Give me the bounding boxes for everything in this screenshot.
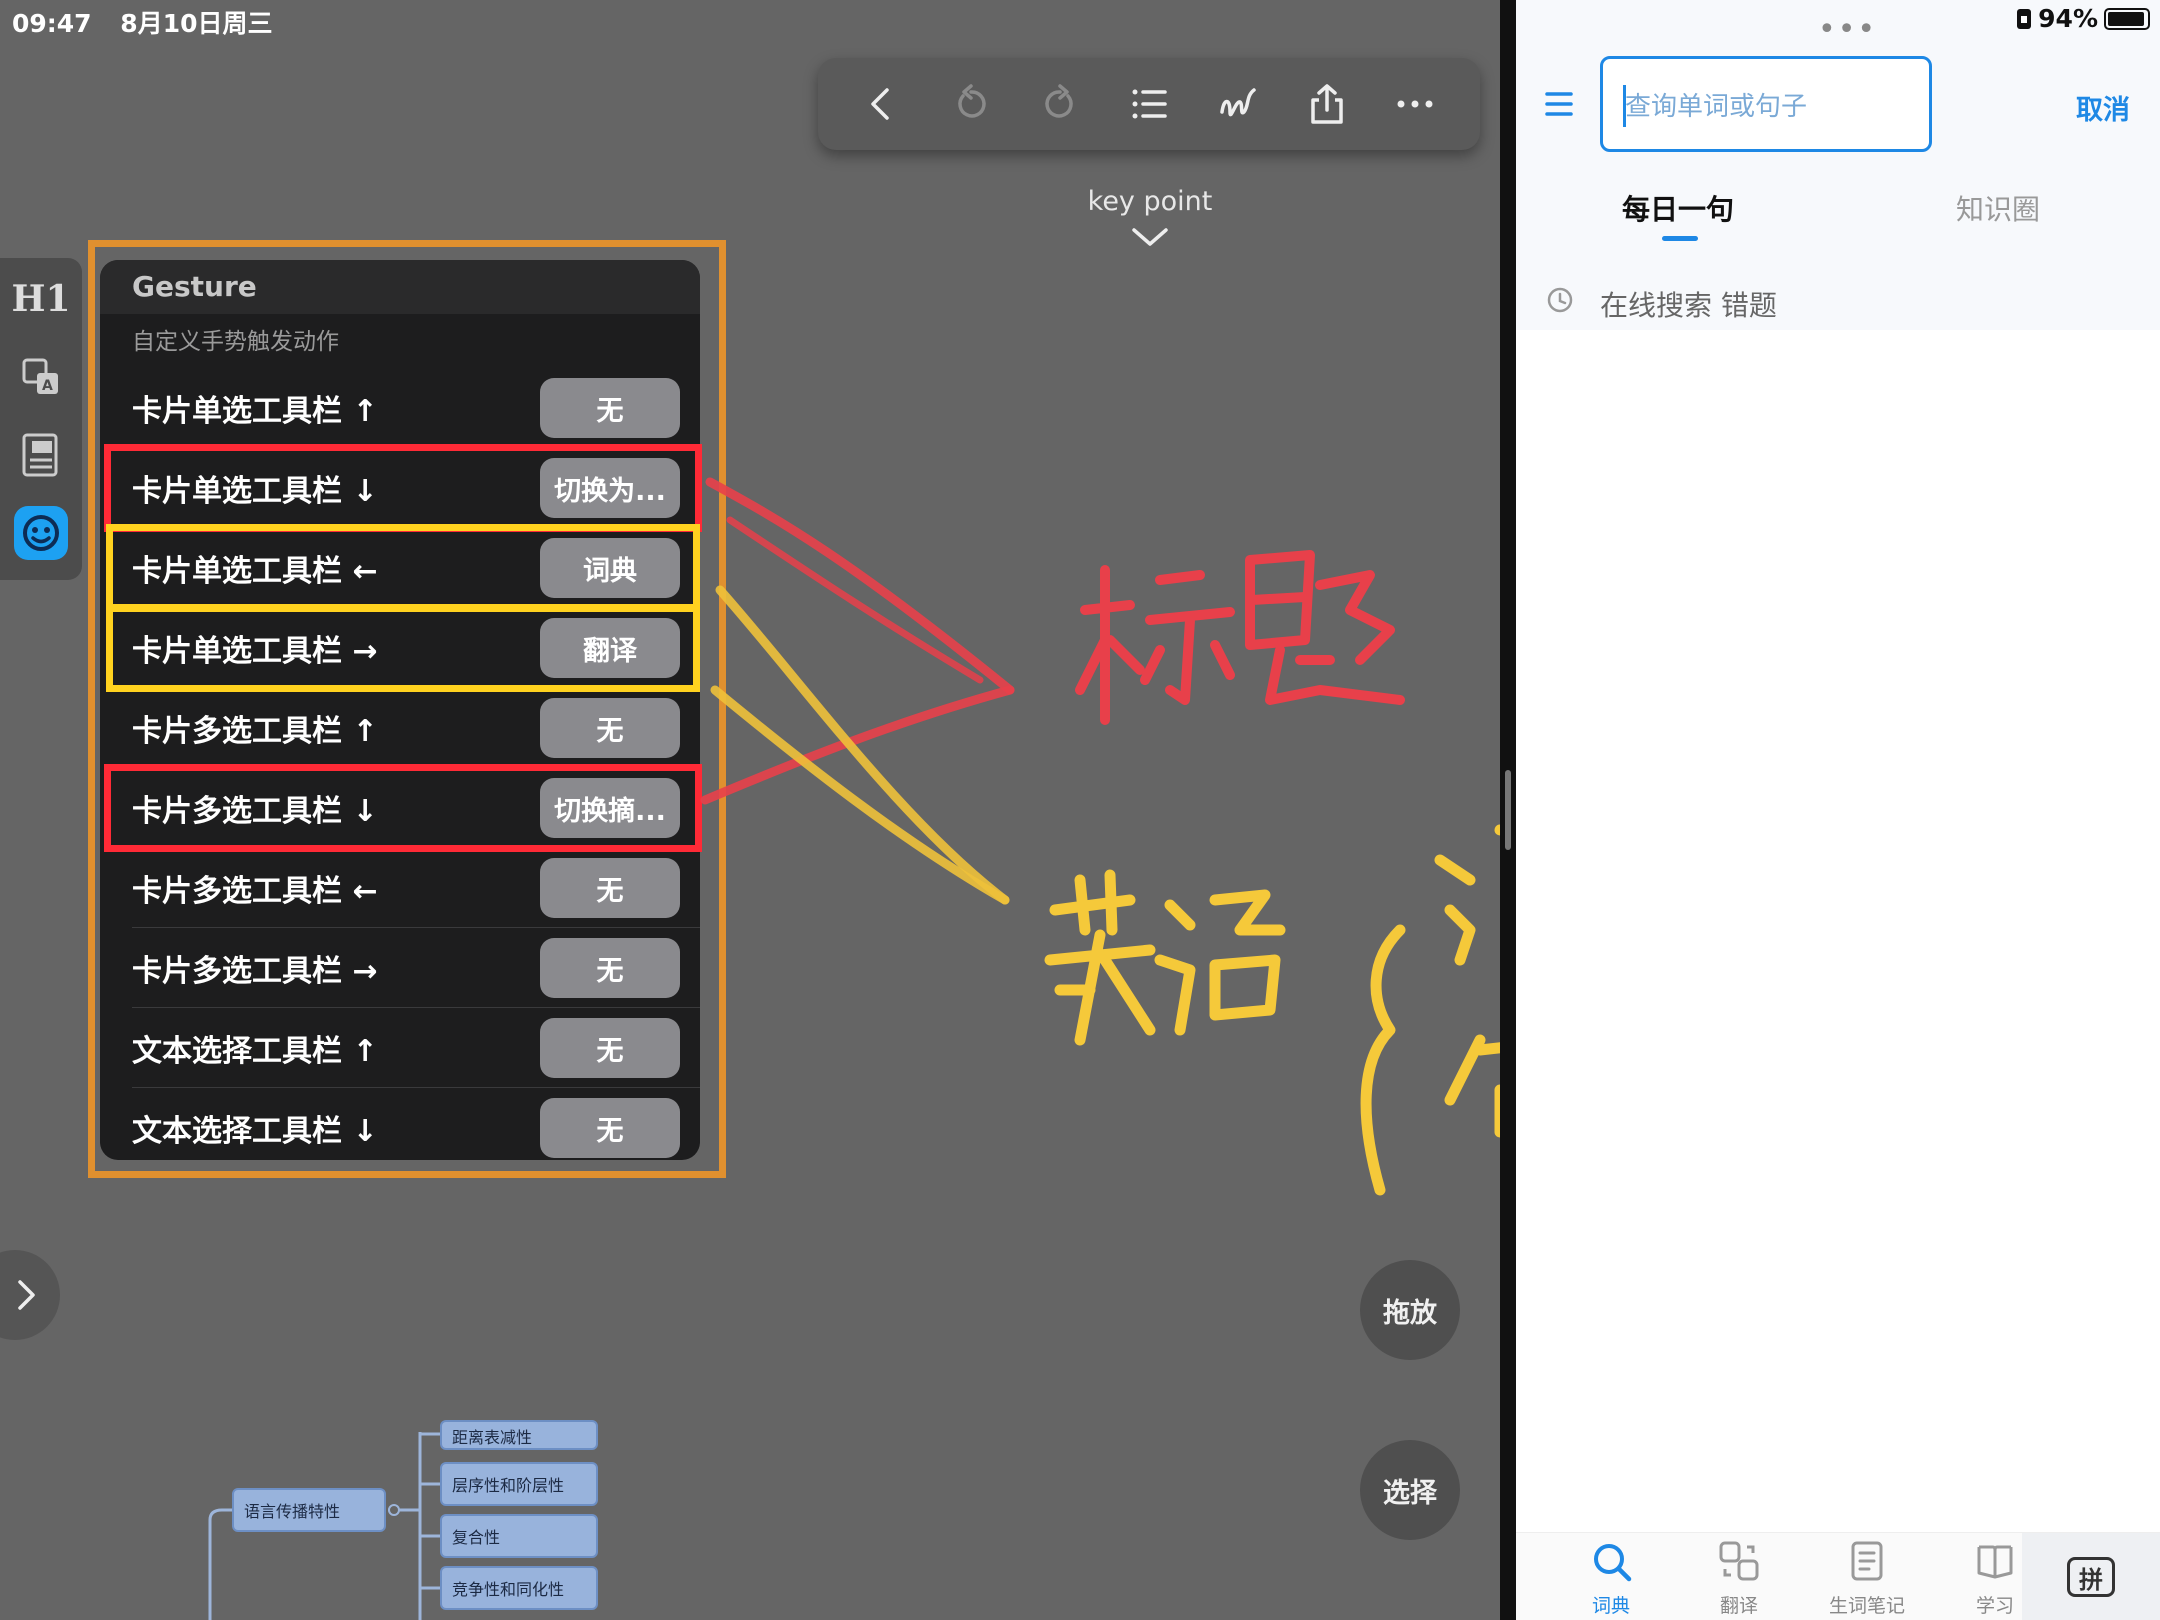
status-time: 09:47 <box>12 9 92 38</box>
mind-map-child-node[interactable]: 复合性 <box>440 1514 598 1558</box>
smiley-app-icon <box>14 506 68 560</box>
gesture-row-label: 文本选择工具栏 ↑ <box>132 1034 378 1069</box>
multitask-dots-icon[interactable]: ••• <box>1818 12 1877 47</box>
mind-map-root-node[interactable]: 语言传播特性 <box>232 1488 386 1532</box>
nav-dictionary[interactable]: 词典 <box>1556 1539 1666 1618</box>
gesture-action-button[interactable]: 无 <box>540 858 680 918</box>
gesture-row[interactable]: 卡片多选工具栏 ← 无 <box>100 848 700 928</box>
red-highlight-box <box>104 444 702 532</box>
pinyin-icon: 拼 <box>2067 1557 2115 1597</box>
bottom-navigation: 词典 翻译 生词笔记 学习 拼 <box>1516 1532 2160 1620</box>
undo-icon[interactable] <box>941 74 1001 134</box>
dictionary-app-button[interactable] <box>8 500 74 566</box>
lock-rotation-icon <box>2017 8 2032 29</box>
gesture-row[interactable]: 文本选择工具栏 ↓ 无 <box>100 1088 700 1160</box>
tab-knowledge-circle[interactable]: 知识圈 <box>1956 188 2040 228</box>
panel-title: Gesture <box>132 270 257 303</box>
heading-button[interactable]: H1 <box>8 266 74 332</box>
gesture-action-button[interactable]: 无 <box>540 1098 680 1158</box>
nav-translate-label: 翻译 <box>1719 1595 1758 1617</box>
notebook-icon <box>1851 1541 1883 1581</box>
nav-word-notes-label: 生词笔记 <box>1828 1595 1905 1617</box>
gesture-row-label: 卡片多选工具栏 ↑ <box>132 714 378 749</box>
panel-header: Gesture <box>100 260 700 314</box>
gesture-action-button[interactable]: 无 <box>540 938 680 998</box>
mind-map-child-node[interactable]: 距离表减性 <box>440 1420 598 1450</box>
gesture-panel: Gesture 自定义手势触发动作 卡片单选工具栏 ↑ 无卡片单选工具栏 ↓ 切换为… <box>100 260 700 1160</box>
editor-toolbar <box>818 58 1480 150</box>
gesture-row[interactable]: 卡片多选工具栏 ↑ 无 <box>100 688 700 768</box>
mind-map-child-node[interactable]: 层序性和阶层性 <box>440 1462 598 1506</box>
active-tab-indicator <box>1662 236 1698 241</box>
search-icon <box>1594 1544 1632 1582</box>
search-input[interactable]: 查询单词或句子 <box>1600 56 1932 152</box>
share-icon[interactable] <box>1297 74 1357 134</box>
expand-sidebar-button[interactable] <box>0 1250 60 1340</box>
search-history-item[interactable]: 在线搜索 错题 <box>1600 284 1777 324</box>
panel-subtitle: 自定义手势触发动作 <box>132 329 339 355</box>
gesture-row[interactable]: 卡片单选工具栏 ↑ 无 <box>100 368 700 448</box>
gesture-row-label: 卡片多选工具栏 → <box>132 954 378 989</box>
clock-icon <box>1547 287 1573 313</box>
battery-percent: 94% <box>2038 4 2098 33</box>
translate-icon <box>1719 1541 1759 1581</box>
chevron-right-icon <box>18 1280 35 1310</box>
drag-drop-button[interactable]: 拖放 <box>1360 1260 1460 1360</box>
gesture-row-label: 卡片单选工具栏 ↑ <box>132 394 378 429</box>
list-icon[interactable] <box>1119 74 1179 134</box>
menu-icon[interactable] <box>1544 90 1574 118</box>
more-icon[interactable] <box>1385 74 1445 134</box>
gesture-action-button[interactable]: 无 <box>540 378 680 438</box>
redo-icon[interactable] <box>1030 74 1090 134</box>
gesture-row-label: 文本选择工具栏 ↓ <box>132 1114 378 1149</box>
book-open-icon <box>1977 1545 2013 1579</box>
outline-key-point[interactable]: key point <box>1050 186 1250 217</box>
dictionary-header <box>1516 0 2160 330</box>
back-icon[interactable] <box>852 74 912 134</box>
gesture-row[interactable]: 文本选择工具栏 ↑ 无 <box>100 1008 700 1088</box>
yellow-highlight-box <box>106 524 700 612</box>
gesture-action-button[interactable]: 无 <box>540 698 680 758</box>
pinyin-keyboard-button[interactable]: 拼 <box>2022 1533 2160 1620</box>
mind-map-child-node[interactable]: 竞争性和同化性 <box>440 1566 598 1610</box>
red-highlight-box <box>104 764 702 852</box>
gesture-row-label: 卡片多选工具栏 ← <box>132 874 378 909</box>
split-view-handle[interactable] <box>1505 770 1511 850</box>
dictionary-book-icon[interactable] <box>8 422 74 488</box>
pen-icon[interactable] <box>1208 74 1268 134</box>
yellow-highlight-box <box>106 604 700 692</box>
nav-translate[interactable]: 翻译 <box>1684 1539 1794 1618</box>
battery-icon <box>2104 7 2150 30</box>
dictionary-app: ••• 94% 查询单词或句子 取消 每日一句 知识圈 在线搜索 错题 词典 翻… <box>1516 0 2160 1620</box>
translate-icon[interactable]: A <box>8 344 74 410</box>
chevron-down-icon[interactable] <box>1130 226 1170 248</box>
h1-label: H1 <box>11 278 71 320</box>
svg-text:A: A <box>42 378 53 394</box>
cancel-button[interactable]: 取消 <box>2076 88 2130 127</box>
select-button[interactable]: 选择 <box>1360 1440 1460 1540</box>
gesture-action-button[interactable]: 无 <box>540 1018 680 1078</box>
gesture-row[interactable]: 卡片多选工具栏 → 无 <box>100 928 700 1008</box>
nav-word-notes[interactable]: 生词笔记 <box>1812 1539 1922 1618</box>
left-dock: H1 A <box>0 258 82 580</box>
nav-dictionary-label: 词典 <box>1591 1595 1630 1617</box>
tab-daily-sentence[interactable]: 每日一句 <box>1622 188 1734 228</box>
status-date: 8月10日周三 <box>120 9 273 38</box>
status-bar: 09:47 8月10日周三 <box>12 4 272 40</box>
status-right: 94% <box>2016 4 2150 33</box>
